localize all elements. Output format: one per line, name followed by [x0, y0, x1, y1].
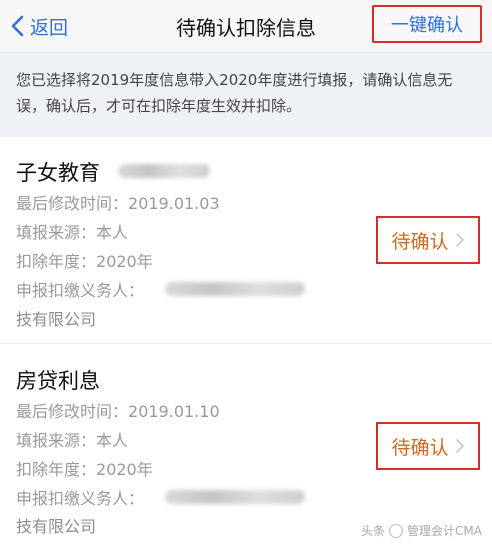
company-suffix: 技有限公司	[16, 310, 97, 329]
info-row-deduction-year: 扣除年度：2020年	[16, 252, 153, 271]
pending-confirm-button[interactable]: 待确认	[376, 216, 480, 264]
info-row-withholding-agent: 申报扣缴义务人：	[16, 489, 145, 508]
info-row-withholding-agent: 申报扣缴义务人：	[16, 281, 145, 300]
pending-confirm-button[interactable]: 待确认	[376, 422, 480, 470]
redacted-name	[118, 164, 210, 178]
pending-label: 待确认	[391, 436, 449, 459]
section-divider	[0, 343, 492, 344]
notice-text: 您已选择将2019年度信息带入2020年度进行填报，请确认信息无误，确认后，才可…	[16, 71, 453, 115]
chevron-right-icon	[455, 439, 464, 453]
section-title: 房贷利息	[16, 369, 100, 393]
nav-bar: 返回 待确认扣除信息 一键确认	[0, 0, 492, 53]
watermark-brand: 管理会计CMA	[407, 524, 482, 538]
notice-banner: 您已选择将2019年度信息带入2020年度进行填报，请确认信息无误，确认后，才可…	[0, 53, 492, 137]
info-row-modified-time: 最后修改时间：2019.01.03	[16, 194, 220, 213]
pending-label: 待确认	[391, 230, 449, 253]
confirm-all-button[interactable]: 一键确认	[372, 5, 482, 43]
info-row-source: 填报来源：本人	[16, 223, 129, 242]
confirm-all-label: 一键确认	[391, 15, 463, 36]
deduction-item-children-education: 子女教育 最后修改时间：2019.01.03 填报来源：本人 扣除年度：2020…	[0, 137, 492, 342]
info-row-source: 填报来源：本人	[16, 431, 129, 450]
deduction-item-mortgage-interest: 房贷利息 最后修改时间：2019.01.10 填报来源：本人 扣除年度：2020…	[0, 345, 492, 547]
company-suffix: 技有限公司	[16, 517, 97, 536]
redacted-agent	[165, 282, 305, 296]
watermark: 头条 管理会计CMA	[361, 522, 482, 539]
section-title: 子女教育	[16, 161, 100, 185]
info-row-modified-time: 最后修改时间：2019.01.10	[16, 402, 220, 421]
info-row-deduction-year: 扣除年度：2020年	[16, 460, 153, 479]
chevron-right-icon	[455, 233, 464, 247]
watermark-prefix: 头条	[361, 524, 386, 538]
redacted-agent	[165, 490, 305, 504]
watermark-logo-icon	[389, 523, 404, 538]
